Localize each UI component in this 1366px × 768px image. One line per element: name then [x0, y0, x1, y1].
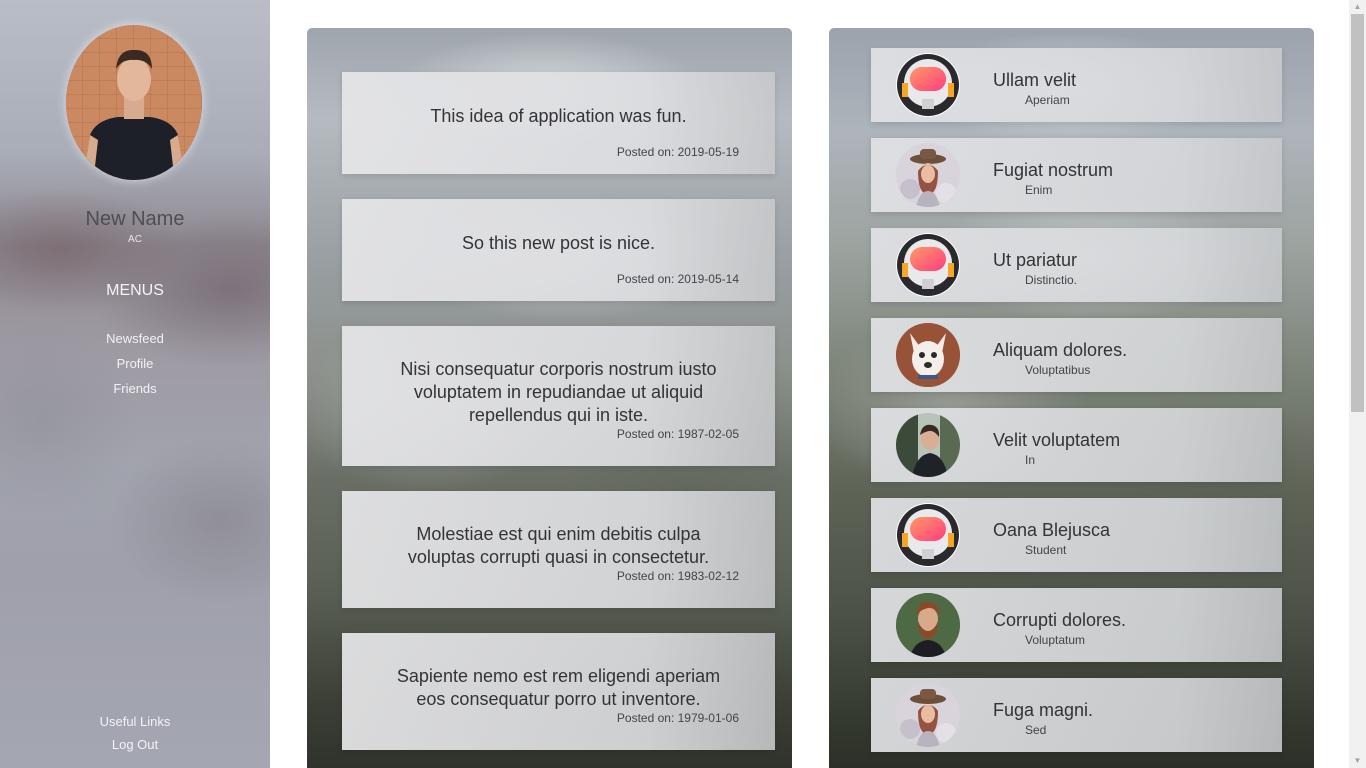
profile-subtitle: AC — [128, 234, 142, 245]
post-date: Posted on: 1987-02-05 — [616, 427, 739, 441]
friend-card[interactable]: Ut pariatur Distinctio. — [871, 228, 1282, 302]
friend-role: Voluptatum — [1025, 633, 1086, 647]
profile-avatar[interactable] — [66, 25, 202, 180]
post-date: Posted on: 1983-02-12 — [616, 569, 739, 583]
woman-hat-avatar-icon — [896, 683, 960, 747]
friend-name: Ut pariatur — [993, 250, 1078, 270]
friend-card[interactable]: Ullam velit Aperiam — [871, 48, 1282, 122]
friend-card[interactable]: Corrupti dolores. Voluptatum — [871, 588, 1282, 662]
friend-role: Student — [1025, 543, 1067, 557]
friend-card[interactable]: Fuga magni. Sed — [871, 678, 1282, 752]
astronaut-avatar-icon — [896, 233, 960, 297]
astronaut-avatar-icon — [896, 503, 960, 567]
post-text: Molestiae est qui enim debitis culpa vol… — [407, 524, 710, 567]
friend-name: Fugiat nostrum — [993, 160, 1114, 180]
friend-role: Voluptatibus — [1025, 363, 1091, 377]
post-text: Sapiente nemo est rem eligendi aperiam e… — [396, 666, 721, 709]
post-text: This idea of application was fun. — [430, 106, 687, 126]
menu-item-newsfeed[interactable]: Newsfeed — [0, 326, 270, 351]
friend-name: Aliquam dolores. — [993, 340, 1128, 360]
friends-panel: Ullam velit Aperiam Fugiat nostrum Enim … — [829, 28, 1314, 768]
menu-item-profile[interactable]: Profile — [0, 351, 270, 376]
page-scrollbar[interactable]: ▲ ▼ — [1349, 0, 1366, 768]
post-card: Nisi consequatur corporis nostrum iusto … — [342, 326, 775, 466]
profile-name: New Name — [85, 208, 185, 230]
bearded-man-avatar-icon — [896, 593, 960, 657]
menu-item-friends[interactable]: Friends — [0, 376, 270, 401]
post-text: So this new post is nice. — [461, 233, 656, 253]
astronaut-avatar-icon — [896, 53, 960, 117]
useful-links-link[interactable]: Useful Links — [0, 710, 270, 733]
dog-avatar-icon — [896, 323, 960, 387]
posts-panel: This idea of application was fun. Posted… — [307, 28, 792, 768]
friend-role: In — [1025, 453, 1036, 467]
sidebar-bottom-links: Useful Links Log Out — [0, 710, 270, 756]
friend-name: Ullam velit — [993, 70, 1077, 90]
profile-photo-icon — [66, 25, 202, 180]
post-date: Posted on: 2019-05-19 — [616, 145, 739, 159]
post-card: So this new post is nice. Posted on: 201… — [342, 199, 775, 301]
friend-card[interactable]: Oana Blejusca Student — [871, 498, 1282, 572]
post-date: Posted on: 1979-01-06 — [616, 711, 739, 725]
scroll-up-arrow-icon[interactable]: ▲ — [1349, 0, 1366, 14]
scroll-down-arrow-icon[interactable]: ▼ — [1349, 754, 1366, 768]
menus-heading: MENUS — [106, 282, 164, 299]
man-avatar-icon — [896, 413, 960, 477]
sidebar-menu: Newsfeed Profile Friends — [0, 326, 270, 401]
post-text: Nisi consequatur corporis nostrum iusto … — [400, 359, 717, 425]
friend-name: Velit voluptatem — [993, 430, 1121, 450]
woman-hat-avatar-icon — [896, 143, 960, 207]
friend-role: Enim — [1025, 183, 1053, 197]
friend-name: Corrupti dolores. — [993, 610, 1127, 630]
post-card: Sapiente nemo est rem eligendi aperiam e… — [342, 633, 775, 750]
app-page: New Name AC MENUS Newsfeed Profile Frien… — [0, 0, 1366, 768]
friend-card[interactable]: Fugiat nostrum Enim — [871, 138, 1282, 212]
post-card: Molestiae est qui enim debitis culpa vol… — [342, 491, 775, 608]
friend-role: Sed — [1025, 723, 1047, 737]
friend-role: Aperiam — [1025, 93, 1070, 107]
friend-card[interactable]: Velit voluptatem In — [871, 408, 1282, 482]
post-card: This idea of application was fun. Posted… — [342, 72, 775, 174]
friend-name: Fuga magni. — [993, 700, 1094, 720]
post-date: Posted on: 2019-05-14 — [616, 272, 739, 286]
friend-card[interactable]: Aliquam dolores. Voluptatibus — [871, 318, 1282, 392]
sidebar: New Name AC MENUS Newsfeed Profile Frien… — [0, 0, 270, 768]
scroll-thumb[interactable] — [1351, 14, 1364, 412]
friend-role: Distinctio. — [1025, 273, 1078, 287]
logout-link[interactable]: Log Out — [0, 733, 270, 756]
friend-name: Oana Blejusca — [993, 520, 1111, 540]
